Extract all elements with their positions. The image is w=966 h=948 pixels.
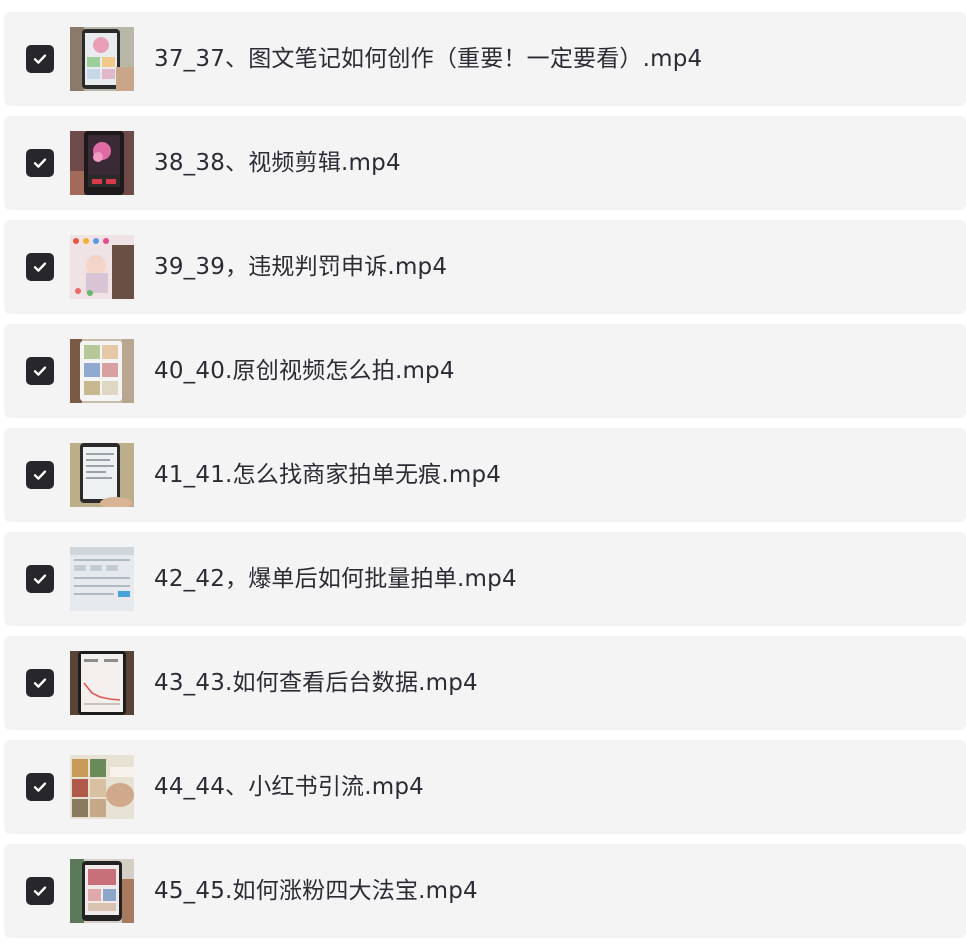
file-list: 37_37、图文笔记如何创作（重要！一定要看）.mp4 38_38、视频剪辑.m…	[0, 0, 966, 948]
video-thumbnail[interactable]	[70, 443, 134, 507]
checkbox-checked[interactable]	[26, 669, 54, 697]
checkbox-checked[interactable]	[26, 149, 54, 177]
video-thumbnail[interactable]	[70, 859, 134, 923]
file-name[interactable]: 43_43.如何查看后台数据.mp4	[154, 636, 478, 730]
checkbox-checked[interactable]	[26, 461, 54, 489]
list-item[interactable]: 41_41.怎么找商家拍单无痕.mp4	[4, 428, 966, 522]
list-item[interactable]: 39_39，违规判罚申诉.mp4	[4, 220, 966, 314]
checkbox-checked[interactable]	[26, 565, 54, 593]
checkmark-icon	[33, 54, 47, 64]
checkbox-checked[interactable]	[26, 45, 54, 73]
list-item[interactable]: 37_37、图文笔记如何创作（重要！一定要看）.mp4	[4, 12, 966, 106]
checkbox-checked[interactable]	[26, 773, 54, 801]
checkmark-icon	[33, 158, 47, 168]
file-name[interactable]: 42_42，爆单后如何批量拍单.mp4	[154, 532, 517, 626]
list-item[interactable]: 44_44、小红书引流.mp4	[4, 740, 966, 834]
checkmark-icon	[33, 886, 47, 896]
file-name[interactable]: 44_44、小红书引流.mp4	[154, 740, 424, 834]
checkmark-icon	[33, 470, 47, 480]
video-thumbnail[interactable]	[70, 131, 134, 195]
file-name[interactable]: 37_37、图文笔记如何创作（重要！一定要看）.mp4	[154, 12, 702, 106]
video-thumbnail[interactable]	[70, 651, 134, 715]
list-item[interactable]: 38_38、视频剪辑.mp4	[4, 116, 966, 210]
checkbox-checked[interactable]	[26, 877, 54, 905]
video-thumbnail[interactable]	[70, 27, 134, 91]
video-thumbnail[interactable]	[70, 755, 134, 819]
file-name[interactable]: 41_41.怎么找商家拍单无痕.mp4	[154, 428, 501, 522]
list-item[interactable]: 40_40.原创视频怎么拍.mp4	[4, 324, 966, 418]
checkmark-icon	[33, 366, 47, 376]
file-name[interactable]: 39_39，违规判罚申诉.mp4	[154, 220, 447, 314]
checkbox-checked[interactable]	[26, 357, 54, 385]
checkmark-icon	[33, 678, 47, 688]
checkmark-icon	[33, 262, 47, 272]
file-name[interactable]: 40_40.原创视频怎么拍.mp4	[154, 324, 455, 418]
checkmark-icon	[33, 574, 47, 584]
video-thumbnail[interactable]	[70, 547, 134, 611]
video-thumbnail[interactable]	[70, 235, 134, 299]
checkmark-icon	[33, 782, 47, 792]
list-item[interactable]: 42_42，爆单后如何批量拍单.mp4	[4, 532, 966, 626]
list-item[interactable]: 43_43.如何查看后台数据.mp4	[4, 636, 966, 730]
file-name[interactable]: 38_38、视频剪辑.mp4	[154, 116, 401, 210]
video-thumbnail[interactable]	[70, 339, 134, 403]
file-name[interactable]: 45_45.如何涨粉四大法宝.mp4	[154, 844, 478, 938]
list-item[interactable]: 45_45.如何涨粉四大法宝.mp4	[4, 844, 966, 938]
checkbox-checked[interactable]	[26, 253, 54, 281]
